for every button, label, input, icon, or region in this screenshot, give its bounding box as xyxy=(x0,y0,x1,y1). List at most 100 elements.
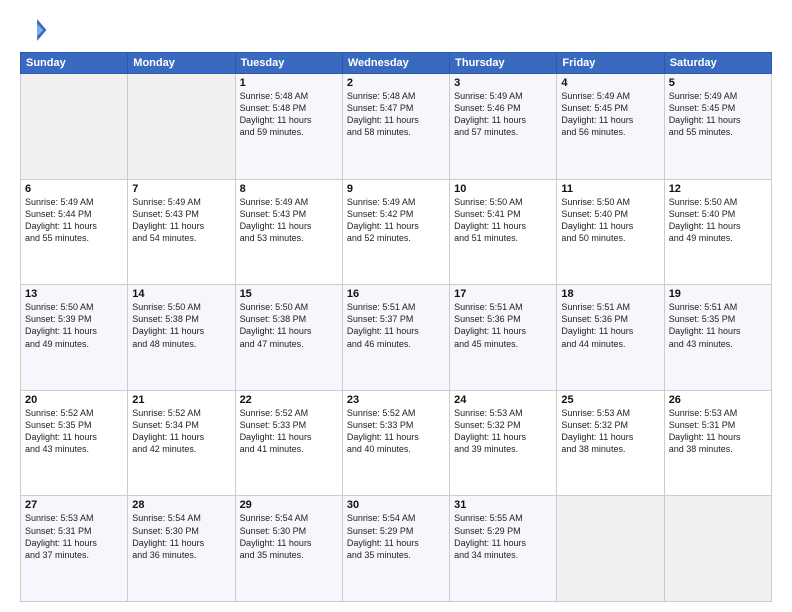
day-content: Sunrise: 5:49 AMSunset: 5:45 PMDaylight:… xyxy=(669,90,767,139)
day-content: Sunrise: 5:48 AMSunset: 5:48 PMDaylight:… xyxy=(240,90,338,139)
calendar-cell: 13Sunrise: 5:50 AMSunset: 5:39 PMDayligh… xyxy=(21,285,128,391)
day-content: Sunrise: 5:49 AMSunset: 5:42 PMDaylight:… xyxy=(347,196,445,245)
calendar-cell: 26Sunrise: 5:53 AMSunset: 5:31 PMDayligh… xyxy=(664,390,771,496)
calendar-cell: 17Sunrise: 5:51 AMSunset: 5:36 PMDayligh… xyxy=(450,285,557,391)
day-content: Sunrise: 5:54 AMSunset: 5:29 PMDaylight:… xyxy=(347,512,445,561)
calendar-cell: 27Sunrise: 5:53 AMSunset: 5:31 PMDayligh… xyxy=(21,496,128,602)
day-number: 16 xyxy=(347,288,445,300)
day-content: Sunrise: 5:51 AMSunset: 5:35 PMDaylight:… xyxy=(669,301,767,350)
calendar-cell: 7Sunrise: 5:49 AMSunset: 5:43 PMDaylight… xyxy=(128,179,235,285)
calendar-header-wednesday: Wednesday xyxy=(342,53,449,74)
day-number: 20 xyxy=(25,394,123,406)
day-content: Sunrise: 5:51 AMSunset: 5:37 PMDaylight:… xyxy=(347,301,445,350)
day-content: Sunrise: 5:55 AMSunset: 5:29 PMDaylight:… xyxy=(454,512,552,561)
day-content: Sunrise: 5:49 AMSunset: 5:44 PMDaylight:… xyxy=(25,196,123,245)
day-content: Sunrise: 5:52 AMSunset: 5:33 PMDaylight:… xyxy=(347,407,445,456)
calendar-cell: 14Sunrise: 5:50 AMSunset: 5:38 PMDayligh… xyxy=(128,285,235,391)
calendar-cell: 6Sunrise: 5:49 AMSunset: 5:44 PMDaylight… xyxy=(21,179,128,285)
calendar-header-monday: Monday xyxy=(128,53,235,74)
calendar-cell: 29Sunrise: 5:54 AMSunset: 5:30 PMDayligh… xyxy=(235,496,342,602)
calendar-week-1: 1Sunrise: 5:48 AMSunset: 5:48 PMDaylight… xyxy=(21,74,772,180)
calendar-cell: 12Sunrise: 5:50 AMSunset: 5:40 PMDayligh… xyxy=(664,179,771,285)
day-number: 8 xyxy=(240,183,338,195)
calendar-cell: 19Sunrise: 5:51 AMSunset: 5:35 PMDayligh… xyxy=(664,285,771,391)
day-number: 31 xyxy=(454,499,552,511)
day-number: 19 xyxy=(669,288,767,300)
calendar-cell: 31Sunrise: 5:55 AMSunset: 5:29 PMDayligh… xyxy=(450,496,557,602)
calendar-week-5: 27Sunrise: 5:53 AMSunset: 5:31 PMDayligh… xyxy=(21,496,772,602)
day-number: 15 xyxy=(240,288,338,300)
calendar-cell: 10Sunrise: 5:50 AMSunset: 5:41 PMDayligh… xyxy=(450,179,557,285)
calendar-cell xyxy=(557,496,664,602)
day-number: 4 xyxy=(561,77,659,89)
day-content: Sunrise: 5:53 AMSunset: 5:31 PMDaylight:… xyxy=(25,512,123,561)
day-number: 10 xyxy=(454,183,552,195)
day-content: Sunrise: 5:54 AMSunset: 5:30 PMDaylight:… xyxy=(240,512,338,561)
day-number: 18 xyxy=(561,288,659,300)
page: SundayMondayTuesdayWednesdayThursdayFrid… xyxy=(0,0,792,612)
calendar-header-saturday: Saturday xyxy=(664,53,771,74)
calendar-cell: 9Sunrise: 5:49 AMSunset: 5:42 PMDaylight… xyxy=(342,179,449,285)
day-number: 7 xyxy=(132,183,230,195)
day-number: 27 xyxy=(25,499,123,511)
day-number: 29 xyxy=(240,499,338,511)
day-content: Sunrise: 5:53 AMSunset: 5:32 PMDaylight:… xyxy=(561,407,659,456)
calendar-cell xyxy=(21,74,128,180)
day-number: 22 xyxy=(240,394,338,406)
calendar-header-sunday: Sunday xyxy=(21,53,128,74)
day-content: Sunrise: 5:50 AMSunset: 5:40 PMDaylight:… xyxy=(561,196,659,245)
day-number: 3 xyxy=(454,77,552,89)
calendar-cell: 28Sunrise: 5:54 AMSunset: 5:30 PMDayligh… xyxy=(128,496,235,602)
calendar-cell: 18Sunrise: 5:51 AMSunset: 5:36 PMDayligh… xyxy=(557,285,664,391)
calendar-cell: 23Sunrise: 5:52 AMSunset: 5:33 PMDayligh… xyxy=(342,390,449,496)
calendar-week-2: 6Sunrise: 5:49 AMSunset: 5:44 PMDaylight… xyxy=(21,179,772,285)
day-content: Sunrise: 5:52 AMSunset: 5:35 PMDaylight:… xyxy=(25,407,123,456)
day-content: Sunrise: 5:49 AMSunset: 5:46 PMDaylight:… xyxy=(454,90,552,139)
calendar-cell: 4Sunrise: 5:49 AMSunset: 5:45 PMDaylight… xyxy=(557,74,664,180)
calendar-cell: 11Sunrise: 5:50 AMSunset: 5:40 PMDayligh… xyxy=(557,179,664,285)
logo xyxy=(20,16,52,44)
day-content: Sunrise: 5:53 AMSunset: 5:31 PMDaylight:… xyxy=(669,407,767,456)
day-content: Sunrise: 5:52 AMSunset: 5:33 PMDaylight:… xyxy=(240,407,338,456)
calendar-cell: 21Sunrise: 5:52 AMSunset: 5:34 PMDayligh… xyxy=(128,390,235,496)
day-content: Sunrise: 5:51 AMSunset: 5:36 PMDaylight:… xyxy=(454,301,552,350)
calendar-cell: 22Sunrise: 5:52 AMSunset: 5:33 PMDayligh… xyxy=(235,390,342,496)
day-number: 6 xyxy=(25,183,123,195)
day-number: 2 xyxy=(347,77,445,89)
day-content: Sunrise: 5:49 AMSunset: 5:43 PMDaylight:… xyxy=(132,196,230,245)
calendar-cell xyxy=(664,496,771,602)
day-content: Sunrise: 5:54 AMSunset: 5:30 PMDaylight:… xyxy=(132,512,230,561)
calendar-header-tuesday: Tuesday xyxy=(235,53,342,74)
day-number: 30 xyxy=(347,499,445,511)
calendar-week-4: 20Sunrise: 5:52 AMSunset: 5:35 PMDayligh… xyxy=(21,390,772,496)
calendar-header-friday: Friday xyxy=(557,53,664,74)
day-number: 13 xyxy=(25,288,123,300)
calendar-cell: 24Sunrise: 5:53 AMSunset: 5:32 PMDayligh… xyxy=(450,390,557,496)
day-number: 24 xyxy=(454,394,552,406)
day-number: 17 xyxy=(454,288,552,300)
calendar-cell: 2Sunrise: 5:48 AMSunset: 5:47 PMDaylight… xyxy=(342,74,449,180)
calendar-cell: 15Sunrise: 5:50 AMSunset: 5:38 PMDayligh… xyxy=(235,285,342,391)
day-number: 28 xyxy=(132,499,230,511)
day-content: Sunrise: 5:50 AMSunset: 5:38 PMDaylight:… xyxy=(240,301,338,350)
calendar-cell: 3Sunrise: 5:49 AMSunset: 5:46 PMDaylight… xyxy=(450,74,557,180)
day-number: 11 xyxy=(561,183,659,195)
calendar-header-thursday: Thursday xyxy=(450,53,557,74)
calendar-cell: 25Sunrise: 5:53 AMSunset: 5:32 PMDayligh… xyxy=(557,390,664,496)
calendar-cell: 20Sunrise: 5:52 AMSunset: 5:35 PMDayligh… xyxy=(21,390,128,496)
header xyxy=(20,16,772,44)
calendar-header-row: SundayMondayTuesdayWednesdayThursdayFrid… xyxy=(21,53,772,74)
calendar-table: SundayMondayTuesdayWednesdayThursdayFrid… xyxy=(20,52,772,602)
calendar-cell: 30Sunrise: 5:54 AMSunset: 5:29 PMDayligh… xyxy=(342,496,449,602)
day-content: Sunrise: 5:53 AMSunset: 5:32 PMDaylight:… xyxy=(454,407,552,456)
calendar-cell: 1Sunrise: 5:48 AMSunset: 5:48 PMDaylight… xyxy=(235,74,342,180)
day-content: Sunrise: 5:50 AMSunset: 5:41 PMDaylight:… xyxy=(454,196,552,245)
day-content: Sunrise: 5:52 AMSunset: 5:34 PMDaylight:… xyxy=(132,407,230,456)
day-number: 9 xyxy=(347,183,445,195)
day-content: Sunrise: 5:49 AMSunset: 5:43 PMDaylight:… xyxy=(240,196,338,245)
day-number: 26 xyxy=(669,394,767,406)
day-number: 23 xyxy=(347,394,445,406)
day-number: 25 xyxy=(561,394,659,406)
day-number: 21 xyxy=(132,394,230,406)
day-content: Sunrise: 5:50 AMSunset: 5:39 PMDaylight:… xyxy=(25,301,123,350)
